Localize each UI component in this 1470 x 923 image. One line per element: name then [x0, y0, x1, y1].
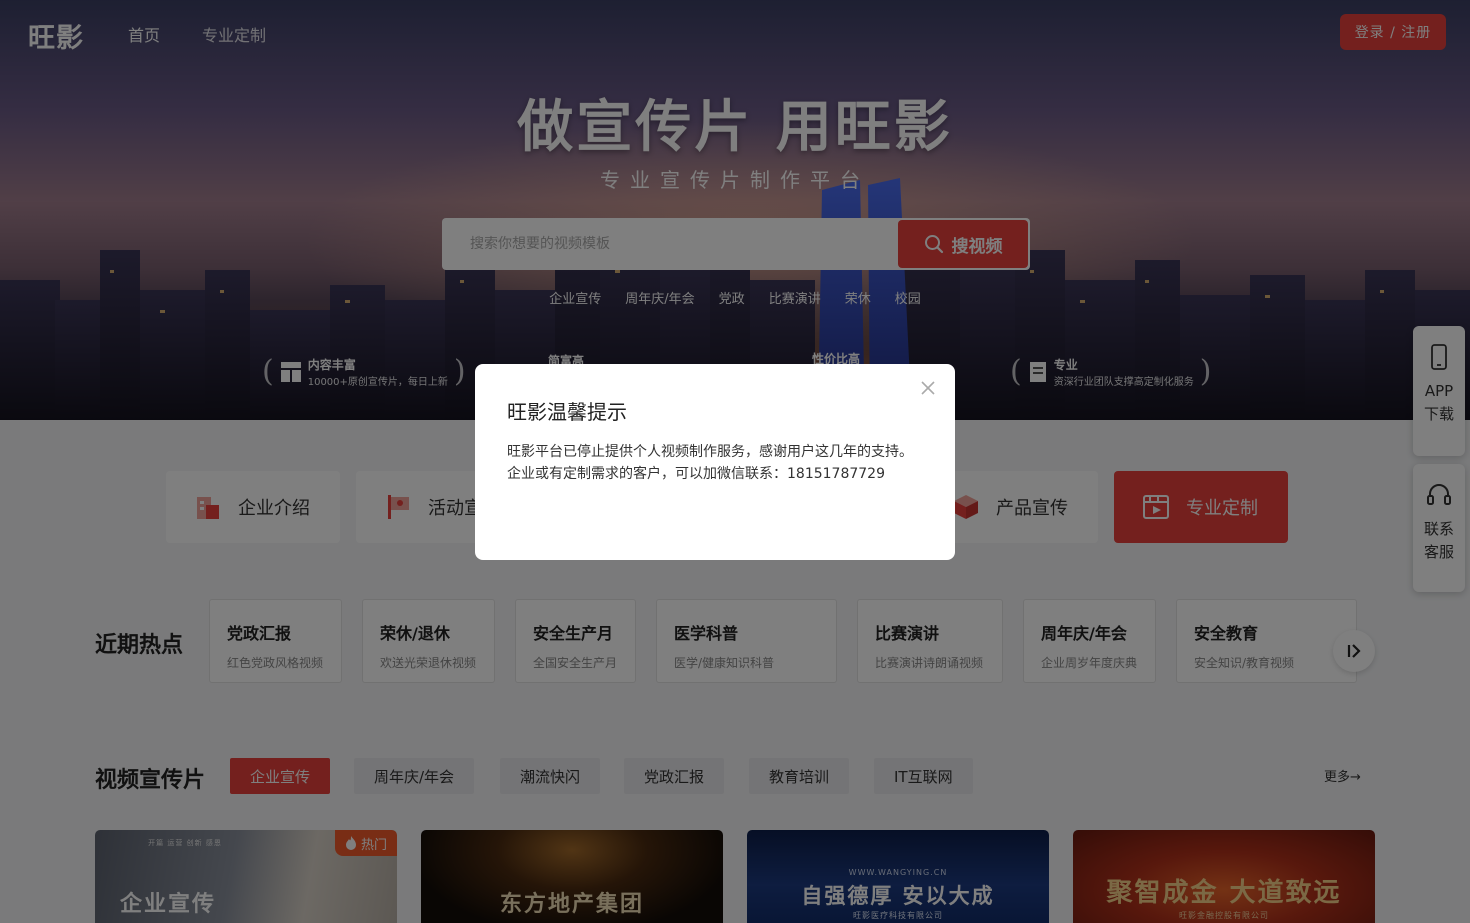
close-icon[interactable]	[919, 380, 937, 400]
notice-modal: 旺影温馨提示 旺影平台已停止提供个人视频制作服务，感谢用户这几年的支持。 企业或…	[475, 364, 955, 560]
modal-title: 旺影温馨提示	[507, 400, 627, 424]
modal-line: 企业或有定制需求的客户，可以加微信联系：18151787729	[507, 466, 885, 482]
modal-body: 旺影平台已停止提供个人视频制作服务，感谢用户这几年的支持。 企业或有定制需求的客…	[507, 441, 923, 485]
modal-line: 旺影平台已停止提供个人视频制作服务，感谢用户这几年的支持。	[507, 444, 913, 460]
